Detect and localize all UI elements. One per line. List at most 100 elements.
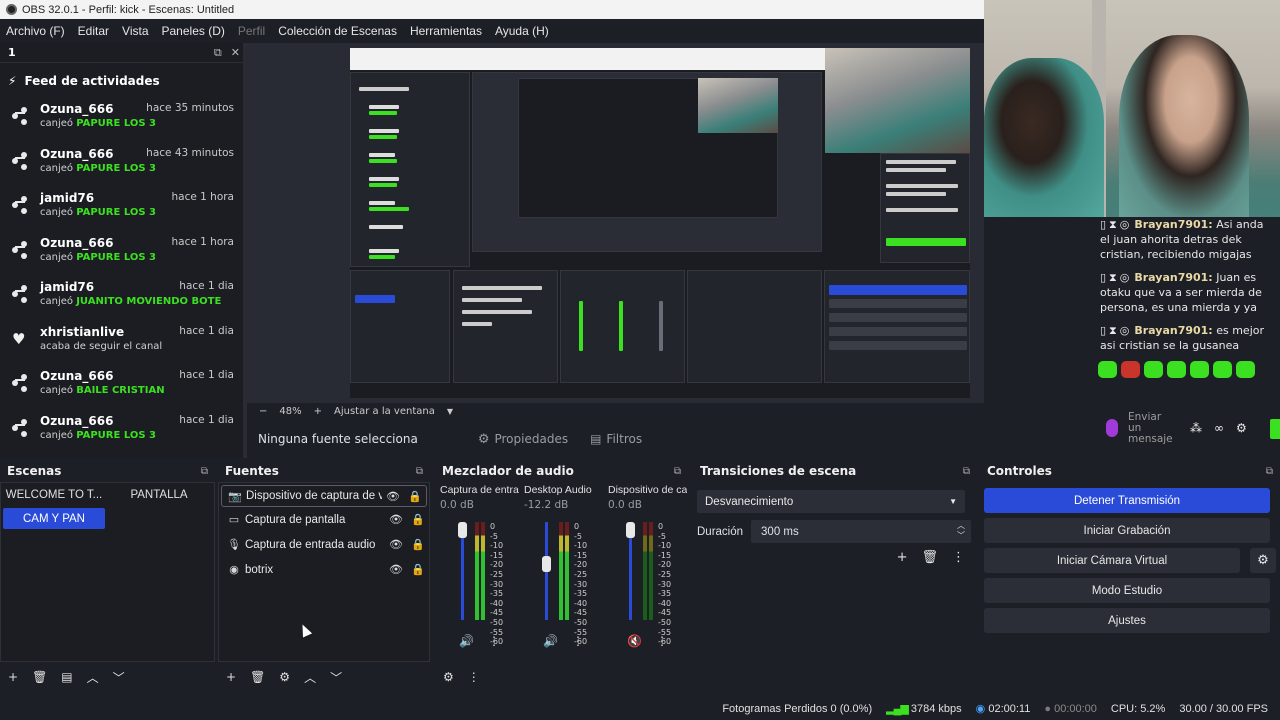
- eye-icon[interactable]: 👁: [385, 513, 407, 526]
- speaker-icon[interactable]: 🔊: [543, 634, 558, 648]
- float-dock-icon[interactable]: ⧉: [963, 466, 970, 477]
- duration-input[interactable]: 300 ms ︿ ﹀: [751, 520, 972, 543]
- filter-icon[interactable]: ▤: [61, 670, 72, 684]
- eye-icon[interactable]: 👁: [385, 563, 407, 576]
- start-recording-button[interactable]: Iniciar Grabación: [984, 518, 1270, 543]
- more-icon[interactable]: ⋮: [656, 634, 668, 648]
- send-button[interactable]: [1270, 419, 1280, 439]
- gear-icon[interactable]: ⚙: [279, 670, 290, 684]
- feed-action: canjeó: [40, 251, 74, 263]
- meter-scale-label: -10: [490, 541, 504, 551]
- gear-icon[interactable]: ⚙: [1236, 421, 1247, 435]
- lock-icon[interactable]: 🔒: [404, 490, 426, 503]
- chevron-down-icon[interactable]: ▼: [447, 407, 453, 416]
- chevron-up-icon[interactable]: ︿: [87, 669, 99, 686]
- source-item[interactable]: 🎙 Captura de entrada audio 👁 🔒: [219, 532, 429, 557]
- channel-db: 0.0 dB: [608, 499, 642, 511]
- chat-user[interactable]: Brayan7901:: [1134, 218, 1212, 231]
- channel-name: Desktop Audio: [524, 484, 592, 496]
- menu-coleccion-escenas[interactable]: Colección de Escenas: [278, 24, 397, 38]
- more-icon[interactable]: ⋮: [468, 670, 480, 684]
- speaker-icon[interactable]: 🔊: [459, 634, 474, 648]
- points-icon[interactable]: ⁂: [1190, 421, 1202, 435]
- studio-mode-button[interactable]: Modo Estudio: [984, 578, 1270, 603]
- lock-icon[interactable]: 🔒: [407, 538, 429, 551]
- mixer-channel: Desktop Audio -12.2 dB 0 -5 -10 -15 -20 -25 -30-…: [519, 484, 603, 654]
- add-icon[interactable]: +: [897, 550, 908, 565]
- gear-icon[interactable]: ⚙: [1250, 548, 1276, 573]
- source-item[interactable]: ▭ Captura de pantalla 👁 🔒: [219, 507, 429, 532]
- source-item[interactable]: 📷 Dispositivo de captura de v 👁 🔒: [221, 485, 427, 507]
- start-virtual-camera-button[interactable]: Iniciar Cámara Virtual: [984, 548, 1240, 573]
- lock-icon[interactable]: 🔒: [407, 513, 429, 526]
- more-icon[interactable]: ⋮: [488, 634, 500, 648]
- float-dock-icon[interactable]: ⧉: [201, 466, 208, 477]
- menu-paneles[interactable]: Paneles (D): [162, 24, 225, 38]
- chevron-down-icon[interactable]: ﹀: [113, 669, 125, 686]
- chat-input[interactable]: Enviar un mensaje: [1128, 411, 1173, 445]
- points-icon: [12, 152, 30, 170]
- meter-scale-label: -45: [658, 608, 672, 618]
- close-icon[interactable]: ✕: [231, 46, 240, 60]
- menu-herramientas[interactable]: Herramientas: [410, 24, 482, 38]
- add-icon[interactable]: +: [8, 670, 18, 684]
- stop-streaming-button[interactable]: Detener Transmisión: [984, 488, 1270, 513]
- menu-ayuda[interactable]: Ayuda (H): [495, 24, 549, 38]
- scene-item[interactable]: PANTALLA: [107, 484, 211, 505]
- feed-time: hace 1 dia: [179, 413, 234, 426]
- trash-icon[interactable]: 🗑: [32, 670, 47, 684]
- scene-item[interactable]: WELCOME TO T...: [3, 484, 105, 505]
- eye-icon[interactable]: 👁: [385, 538, 407, 551]
- filters-button[interactable]: ▤ Filtros: [590, 432, 642, 446]
- volume-slider-handle[interactable]: [458, 522, 467, 538]
- chevron-up-icon[interactable]: ︿: [304, 669, 316, 686]
- properties-button[interactable]: ⚙ Propiedades: [478, 432, 568, 447]
- zoom-in-button[interactable]: +: [314, 406, 322, 417]
- meter-scale-label: -50: [574, 617, 588, 627]
- microphone-icon[interactable]: [1106, 419, 1118, 437]
- transition-select[interactable]: Desvanecimiento ▼: [697, 490, 965, 513]
- float-dock-icon[interactable]: ⧉: [674, 466, 681, 477]
- source-item[interactable]: ◉ botrix 👁 🔒: [219, 557, 429, 582]
- chat-user[interactable]: Brayan7901:: [1134, 271, 1212, 284]
- chevron-down-icon[interactable]: ﹀: [330, 669, 342, 686]
- menu-archivo[interactable]: Archivo (F): [6, 24, 65, 38]
- emote-icon[interactable]: [1144, 361, 1163, 378]
- advanced-audio-icon[interactable]: ⚙: [443, 670, 454, 684]
- lock-icon[interactable]: 🔒: [407, 563, 429, 576]
- chat-user[interactable]: Brayan7901:: [1134, 324, 1212, 337]
- float-dock-icon[interactable]: ⧉: [214, 46, 222, 60]
- mixer-channel: Captura de entrada0.0 dB0-5-10-15-20-25-…: [435, 484, 519, 654]
- fit-to-window-label[interactable]: Ajustar a la ventana: [334, 406, 435, 417]
- emote-icon[interactable]: [1236, 361, 1255, 378]
- add-icon[interactable]: +: [226, 670, 236, 684]
- speaker-icon[interactable]: 🔇: [627, 634, 642, 648]
- meter-scale-label: -45: [574, 608, 588, 618]
- more-icon[interactable]: ⋮: [572, 634, 584, 648]
- volume-slider-handle[interactable]: [626, 522, 635, 538]
- menu-editar[interactable]: Editar: [78, 24, 109, 38]
- infinity-icon[interactable]: ∞: [1214, 421, 1224, 435]
- spinner-icon[interactable]: ︿ ﹀: [957, 521, 965, 541]
- eye-icon[interactable]: 👁: [382, 490, 404, 503]
- zoom-out-button[interactable]: −: [259, 406, 267, 417]
- menu-vista[interactable]: Vista: [122, 24, 148, 38]
- settings-button[interactable]: Ajustes: [984, 608, 1270, 633]
- menu-perfil[interactable]: Perfil: [238, 24, 265, 38]
- more-icon[interactable]: ⋮: [952, 550, 965, 565]
- meter-scale-label: -40: [490, 598, 504, 608]
- emote-icon[interactable]: [1121, 361, 1140, 378]
- float-dock-icon[interactable]: ⧉: [1266, 466, 1273, 477]
- zoom-level: 48%: [279, 406, 302, 417]
- emote-icon[interactable]: [1167, 361, 1186, 378]
- float-dock-icon[interactable]: ⧉: [416, 466, 423, 477]
- volume-slider-handle[interactable]: [542, 556, 551, 572]
- trash-icon[interactable]: 🗑: [921, 550, 938, 565]
- emote-icon[interactable]: [1190, 361, 1209, 378]
- scene-item-selected[interactable]: CAM Y PAN: [3, 508, 105, 529]
- preview-nested-sources: [453, 270, 558, 383]
- emote-icon[interactable]: [1098, 361, 1117, 378]
- program-preview[interactable]: [350, 48, 970, 398]
- trash-icon[interactable]: 🗑: [250, 670, 265, 684]
- emote-icon[interactable]: [1213, 361, 1232, 378]
